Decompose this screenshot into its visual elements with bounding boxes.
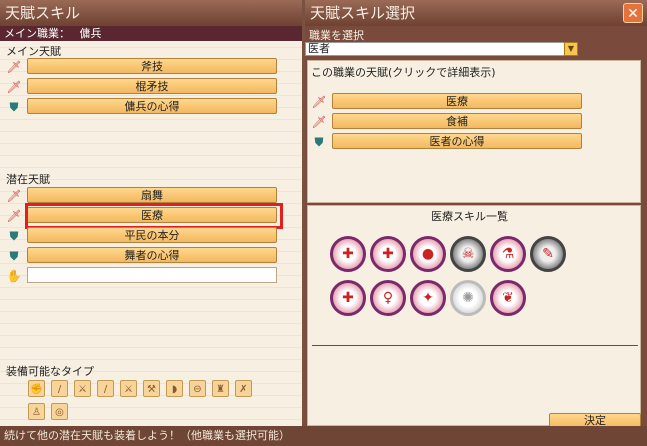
shield-icon: ⛊ — [9, 249, 19, 263]
latent-talent-row-4: ⛊ 舞者の心得 — [6, 247, 278, 264]
job-talent-food-button[interactable]: 食補 — [332, 113, 582, 129]
job-talent-row-1: 🗡 医療 — [311, 93, 587, 110]
latent-talent-dancer-button[interactable]: 舞者の心得 — [27, 247, 277, 263]
main-job-value: 傭兵 — [79, 27, 102, 40]
ring-icon: ◎ — [51, 403, 68, 420]
job-talent-row-2: 🗡 食補 — [311, 113, 587, 130]
chevron-down-icon[interactable]: ▼ — [564, 42, 578, 56]
footer-hint: 続けて他の潜在天賦も装着しよう！（他職業も選択可能） — [0, 426, 647, 446]
close-button[interactable]: ✕ — [623, 3, 643, 23]
job-talent-row-3: ⛊ 医者の心得 — [311, 133, 587, 150]
helmet-icon: ⊖ — [189, 380, 206, 397]
skill-icon-6[interactable]: ✎ — [530, 236, 566, 272]
main-talent-row-2: 🗡 棍矛技 — [6, 78, 278, 95]
shield-icon: ⛊ — [314, 135, 324, 149]
talent-skill-panel: 天賦スキル メイン職業： 傭兵 メイン天賦 🗡 斧技 🗡 棍矛技 ⛊ 傭兵の心得… — [0, 0, 302, 446]
glove-icon: ✊ — [28, 380, 45, 397]
talent-select-panel: 天賦スキル選択 ✕ 職業を選択 医者 ▼ この職業の天賦(クリックで詳細表示) … — [305, 0, 647, 446]
axe-icon: ⚒ — [143, 380, 160, 397]
job-select-label: 職業を選択 — [309, 29, 364, 42]
sword-icon: 🗡 — [311, 95, 327, 109]
panel-title: 天賦スキル選択 — [305, 0, 647, 26]
skill-icon-7[interactable]: ✚ — [330, 280, 366, 316]
sword-icon: 🗡 — [6, 189, 22, 203]
latent-talent-commoner-button[interactable]: 平民の本分 — [27, 227, 277, 243]
skill-list-section: 医療スキル一覧 ✚ ✚ ● ☠ ⚗ ✎ ✚ ♀ ✦ ✺ ❦ 決定 — [307, 205, 641, 429]
main-job-label: メイン職業： — [4, 27, 70, 40]
skill-icon-10[interactable]: ✺ — [450, 280, 486, 316]
job-talent-medical-button[interactable]: 医療 — [332, 93, 582, 109]
latent-talent-row-5: ✋ — [6, 267, 278, 284]
sword-icon: 🗡 — [6, 60, 22, 74]
latent-talent-fan-dance-button[interactable]: 扇舞 — [27, 187, 277, 203]
sword-type-icon: ⚔ — [74, 380, 91, 397]
close-icon: ✕ — [627, 6, 639, 22]
armor-icon: ♜ — [212, 380, 229, 397]
cloth-icon: ♙ — [28, 403, 45, 420]
main-talent-mercenary-button[interactable]: 傭兵の心得 — [27, 98, 277, 114]
main-job-bar: メイン職業： 傭兵 — [0, 26, 302, 41]
main-talent-spear-button[interactable]: 棍矛技 — [27, 78, 277, 94]
shield-icon: ⛊ — [9, 229, 19, 243]
main-talent-row-1: 🗡 斧技 — [6, 58, 278, 75]
skill-icon-11[interactable]: ❦ — [490, 280, 526, 316]
sword-icon: 🗡 — [6, 80, 22, 94]
job-talent-section: この職業の天賦(クリックで詳細表示) 🗡 医療 🗡 食補 ⛊ 医者の心得 — [307, 60, 641, 203]
main-talent-axe-button[interactable]: 斧技 — [27, 58, 277, 74]
skill-icon-3[interactable]: ● — [410, 236, 446, 272]
skill-list-title: 医療スキル一覧 — [431, 210, 508, 223]
sword-icon: 🗡 — [6, 209, 22, 223]
skill-icon-5[interactable]: ⚗ — [490, 236, 526, 272]
blade-icon: ⚔ — [120, 380, 137, 397]
skill-icon-9[interactable]: ✦ — [410, 280, 446, 316]
skill-icon-4[interactable]: ☠ — [450, 236, 486, 272]
divider — [312, 345, 638, 346]
rapier-icon: / — [97, 380, 114, 397]
latent-talent-row-3: ⛊ 平民の本分 — [6, 227, 278, 244]
panel-title: 天賦スキル — [0, 0, 302, 26]
shield-type-icon: ◗ — [166, 380, 183, 397]
main-talent-row-3: ⛊ 傭兵の心得 — [6, 98, 278, 115]
highlight-box — [25, 203, 283, 229]
skill-icon-1[interactable]: ✚ — [330, 236, 366, 272]
job-talent-heading: この職業の天賦(クリックで詳細表示) — [311, 66, 496, 79]
job-talent-doctor-button[interactable]: 医者の心得 — [332, 133, 582, 149]
main-talent-heading: メイン天賦 — [6, 45, 61, 58]
job-select-dropdown[interactable]: 医者 — [305, 42, 578, 56]
skill-icon-2[interactable]: ✚ — [370, 236, 406, 272]
latent-talent-heading: 潜在天賦 — [6, 173, 50, 186]
equip-type-heading: 装備可能なタイプ — [6, 365, 94, 378]
latent-talent-row-1: 🗡 扇舞 — [6, 187, 278, 204]
dagger-icon: / — [51, 380, 68, 397]
sword-icon: 🗡 — [311, 115, 327, 129]
latent-talent-empty-slot[interactable] — [27, 267, 277, 283]
robe-icon: ✗ — [235, 380, 252, 397]
hand-icon: ✋ — [6, 269, 22, 283]
skill-icon-8[interactable]: ♀ — [370, 280, 406, 316]
shield-icon: ⛊ — [9, 100, 19, 114]
